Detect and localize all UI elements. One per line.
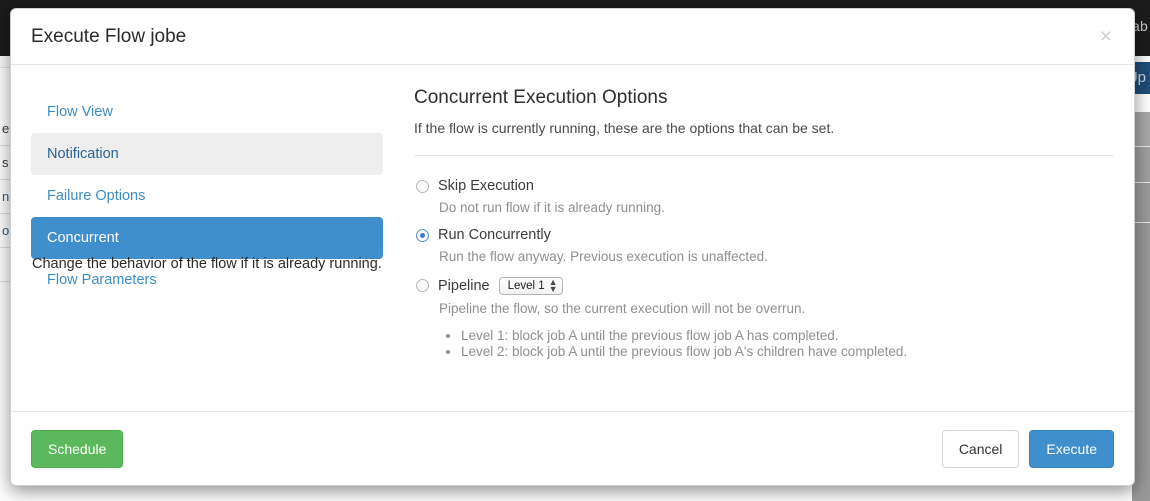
option-row-skip-execution[interactable]: Skip Execution — [414, 178, 1114, 194]
sidebar-item-flow-view[interactable]: Flow View — [31, 91, 383, 133]
list-item: Level 2: block job A until the previous … — [461, 344, 1114, 359]
panel-subtitle: If the flow is currently running, these … — [414, 120, 835, 136]
concurrent-options-panel: Concurrent Execution Options If the flow… — [383, 87, 1114, 401]
execute-button[interactable]: Execute — [1029, 429, 1114, 468]
sidebar-item-notification[interactable]: Notification — [31, 133, 383, 175]
schedule-button[interactable]: Schedule — [31, 429, 124, 468]
footer-actions: Cancel Execute — [941, 429, 1114, 468]
modal-title: Execute Flow jobe — [31, 25, 187, 47]
radio-skip-execution[interactable] — [416, 179, 429, 193]
option-row-run-concurrently[interactable]: Run Concurrently — [414, 227, 1114, 243]
sidebar-tooltip-text: Change the behavior of the flow if it is… — [32, 256, 382, 272]
panel-divider — [414, 155, 1114, 156]
sidebar-item-concurrent[interactable]: Concurrent — [31, 217, 383, 259]
pipeline-level-select-wrapper: Level 1 Level 2 ▲▼ — [490, 276, 563, 295]
radio-label-skip-execution[interactable]: Skip Execution — [438, 178, 534, 194]
modal-body: Flow View Notification Failure Options C… — [11, 65, 1134, 411]
panel-title: Concurrent Execution Options — [414, 87, 668, 108]
radio-label-pipeline[interactable]: Pipeline — [438, 278, 490, 294]
option-row-pipeline[interactable]: Pipeline Level 1 Level 2 ▲▼ — [414, 276, 1114, 295]
execute-flow-job-modal: Execute Flow jobe × Flow View Notificati… — [10, 8, 1135, 486]
cancel-button[interactable]: Cancel — [941, 429, 1020, 468]
modal-footer: Schedule Cancel Execute — [11, 411, 1134, 485]
sidebar-item-failure-options[interactable]: Failure Options — [31, 175, 383, 217]
radio-desc-pipeline: Pipeline the flow, so the current execut… — [439, 301, 806, 316]
modal-sidebar-nav: Flow View Notification Failure Options C… — [31, 87, 383, 401]
radio-label-run-concurrently[interactable]: Run Concurrently — [438, 227, 551, 243]
pipeline-level-select[interactable]: Level 1 Level 2 — [498, 277, 563, 295]
radio-desc-run-concurrently: Run the flow anyway. Previous execution … — [439, 249, 768, 264]
list-item: Level 1: block job A until the previous … — [461, 328, 1114, 343]
close-icon[interactable]: × — [1096, 24, 1116, 49]
modal-header: Execute Flow jobe × — [11, 9, 1134, 65]
radio-pipeline[interactable] — [416, 279, 429, 292]
pipeline-level-bullets: Level 1: block job A until the previous … — [439, 328, 1114, 359]
radio-desc-skip-execution: Do not run flow if it is already running… — [439, 200, 665, 215]
radio-run-concurrently[interactable] — [416, 228, 429, 242]
